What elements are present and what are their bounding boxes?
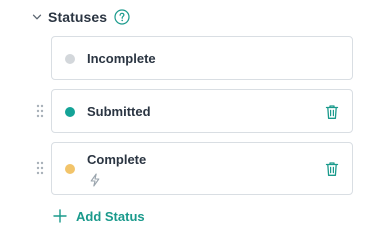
trash-icon[interactable]: [325, 161, 339, 177]
trash-icon[interactable]: [325, 104, 339, 120]
add-status-label: Add Status: [76, 208, 145, 224]
question-circle-icon[interactable]: [114, 9, 130, 25]
status-color-dot[interactable]: [65, 54, 75, 64]
status-color-dot[interactable]: [65, 107, 75, 117]
drag-handle-icon[interactable]: [36, 161, 44, 175]
lightning-bolt-icon[interactable]: [89, 173, 101, 187]
status-card-complete[interactable]: Complete: [51, 142, 353, 195]
status-label[interactable]: Submitted: [87, 104, 151, 120]
plus-icon: [53, 209, 67, 223]
chevron-down-icon[interactable]: [31, 11, 43, 23]
status-card-submitted[interactable]: Submitted: [51, 89, 353, 133]
statuses-section-header[interactable]: Statuses: [31, 8, 130, 26]
drag-handle-icon[interactable]: [36, 104, 44, 118]
add-status-button[interactable]: Add Status: [53, 207, 145, 225]
status-label[interactable]: Complete: [87, 152, 146, 168]
status-color-dot[interactable]: [65, 164, 75, 174]
section-title: Statuses: [48, 9, 108, 25]
status-label[interactable]: Incomplete: [87, 51, 156, 67]
status-card-incomplete[interactable]: Incomplete: [51, 36, 353, 80]
